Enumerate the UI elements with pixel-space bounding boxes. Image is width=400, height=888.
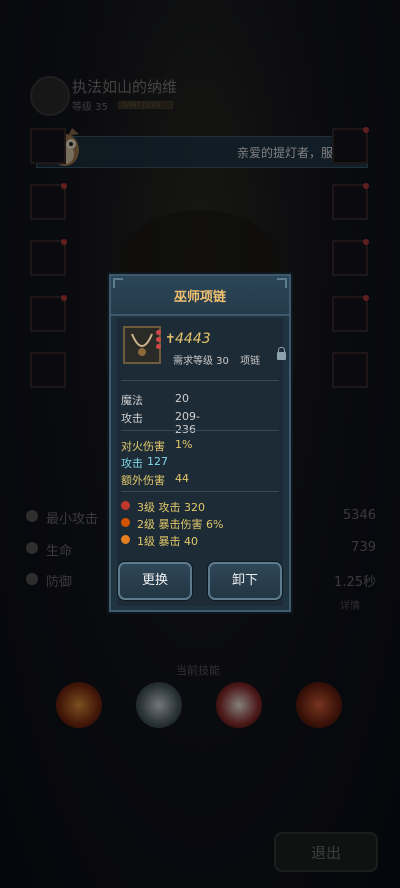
stat-label: 攻击 <box>121 412 143 425</box>
base-stat: 攻击 209-236 <box>121 410 200 436</box>
unequip-button[interactable]: 卸下 <box>208 562 282 600</box>
stat-label: 额外伤害 <box>121 474 165 487</box>
lock-icon[interactable] <box>277 347 286 360</box>
extra-stat: 对火伤害 1% <box>121 438 192 454</box>
base-stat: 魔法 20 <box>121 392 189 408</box>
stat-value: 20 <box>175 392 189 405</box>
corner-ornament <box>277 278 287 288</box>
stat-value: 1% <box>175 438 193 451</box>
stat-label: 魔法 <box>121 394 143 407</box>
extra-stat: 额外伤害 44 <box>121 472 189 488</box>
gem-text: 3级 攻击 320 <box>137 501 205 514</box>
divider <box>121 430 279 431</box>
item-detail-modal: 巫师项链 ✝ 4443 需求等级 30 项链 魔法 20 攻击 209-236 <box>109 274 291 612</box>
corner-ornament <box>113 278 123 288</box>
extra-stat: 攻击 127 <box>121 455 168 471</box>
gem-text: 1级 暴击 40 <box>137 535 198 548</box>
item-requirement: 需求等级 30 项链 <box>173 352 260 367</box>
gem-icon <box>121 535 130 544</box>
item-title: 巫师项链 <box>173 290 226 305</box>
stat-value: 127 <box>147 455 168 468</box>
gem-icon <box>121 518 130 527</box>
slot-type-text: 项链 <box>240 356 261 367</box>
stat-label: 攻击 <box>121 457 143 470</box>
replace-button[interactable]: 更换 <box>118 562 192 600</box>
divider <box>121 380 279 381</box>
necklace-icon <box>123 326 161 364</box>
divider <box>121 491 279 492</box>
stat-value: 44 <box>175 472 189 485</box>
stat-value: 209-236 <box>175 410 200 436</box>
modal-header: 巫师项链 <box>111 276 289 316</box>
gem-icon <box>121 501 130 510</box>
gem-text: 2级 暴击伤害 6% <box>137 518 224 531</box>
stat-label: 对火伤害 <box>121 440 165 453</box>
requirement-text: 需求等级 30 <box>173 356 229 367</box>
item-power: 4443 <box>175 331 211 347</box>
